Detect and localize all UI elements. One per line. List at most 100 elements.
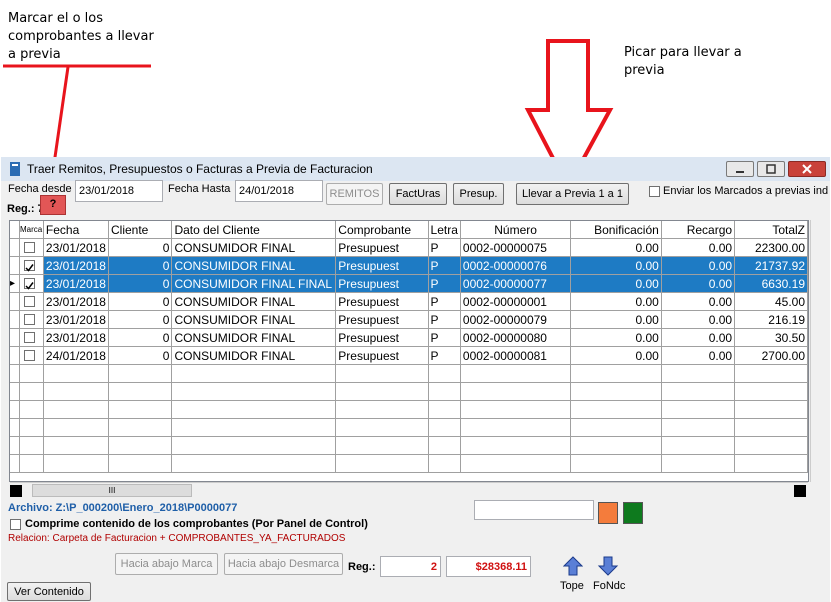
green-color-button[interactable] (623, 502, 643, 524)
cell-total[interactable]: 2700.00 (734, 346, 808, 365)
cell-total[interactable]: 45.00 (734, 292, 808, 311)
cell-comprobante[interactable]: Presupuest (335, 328, 429, 347)
cell-recargo[interactable]: 0.00 (661, 238, 736, 257)
scroll-thumb[interactable]: III (32, 484, 192, 497)
cell-total[interactable]: 30.50 (734, 328, 808, 347)
column-header-dato-cliente[interactable]: Dato del Cliente (171, 221, 337, 239)
column-header-cliente[interactable]: Cliente (108, 221, 173, 239)
cell-numero[interactable]: 0002-00000001 (460, 292, 572, 311)
cell-dato[interactable]: CONSUMIDOR FINAL (171, 346, 337, 365)
cell-cliente[interactable]: 0 (108, 274, 173, 293)
search-field[interactable] (474, 500, 594, 520)
row-checkbox[interactable] (24, 242, 36, 253)
cell-dato[interactable]: CONSUMIDOR FINAL (171, 310, 337, 329)
cell-numero[interactable]: 0002-00000076 (460, 256, 572, 275)
cell-comprobante[interactable]: Presupuest (335, 310, 429, 329)
cell-fecha[interactable]: 23/01/2018 (43, 292, 109, 311)
table-row[interactable]: 23/01/2018 0 CONSUMIDOR FINAL Presupuest P 00… (10, 328, 808, 347)
cell-total[interactable]: 21737.92 (734, 256, 808, 275)
fondo-label[interactable]: FoNdc (593, 580, 625, 592)
cell-fecha[interactable]: 23/01/2018 (43, 328, 109, 347)
cell-letra[interactable]: P (428, 328, 461, 347)
cell-bonif[interactable]: 0.00 (570, 238, 662, 257)
row-checkbox-cell[interactable] (19, 310, 44, 329)
cell-letra[interactable]: P (428, 274, 461, 293)
cell-fecha[interactable]: 23/01/2018 (43, 274, 109, 293)
remitos-button[interactable]: REMITOS (326, 183, 383, 205)
cell-fecha[interactable]: 24/01/2018 (43, 346, 109, 365)
cell-dato[interactable]: CONSUMIDOR FINAL (171, 328, 337, 347)
column-header-total[interactable]: TotalZ (734, 221, 808, 239)
fecha-hasta-input[interactable]: 24/01/2018 (235, 180, 323, 202)
cell-cliente[interactable]: 0 (108, 328, 173, 347)
cell-letra[interactable]: P (428, 256, 461, 275)
scroll-left-arrow[interactable] (10, 485, 22, 497)
cell-letra[interactable]: P (428, 238, 461, 257)
cell-recargo[interactable]: 0.00 (661, 310, 736, 329)
row-checkbox-checked[interactable] (24, 278, 36, 290)
close-button[interactable] (788, 161, 826, 177)
cell-letra[interactable]: P (428, 346, 461, 365)
row-checkbox-cell[interactable] (19, 346, 44, 365)
column-header-numero[interactable]: Número (460, 221, 572, 239)
cell-comprobante[interactable]: Presupuest (335, 238, 429, 257)
help-button[interactable]: ? (40, 195, 66, 215)
cell-recargo[interactable]: 0.00 (661, 292, 736, 311)
cell-bonif[interactable]: 0.00 (570, 328, 662, 347)
cell-letra[interactable]: P (428, 292, 461, 311)
cell-comprobante[interactable]: Presupuest (335, 256, 429, 275)
grid-horizontal-scrollbar[interactable]: III (10, 482, 808, 499)
cell-dato[interactable]: CONSUMIDOR FINAL (171, 256, 337, 275)
cell-cliente[interactable]: 0 (108, 238, 173, 257)
cell-cliente[interactable]: 0 (108, 256, 173, 275)
cell-bonif[interactable]: 0.00 (570, 310, 662, 329)
cell-comprobante[interactable]: Presupuest (335, 274, 429, 293)
llevar-a-previa-button[interactable]: Llevar a Previa 1 a 1 (516, 183, 629, 205)
row-checkbox-cell[interactable] (19, 274, 44, 293)
cell-fecha[interactable]: 23/01/2018 (43, 238, 109, 257)
ver-contenido-button[interactable]: Ver Contenido (7, 582, 91, 601)
facturas-button[interactable]: FactUras (389, 183, 447, 205)
cell-numero[interactable]: 0002-00000080 (460, 328, 572, 347)
table-row[interactable]: 24/01/2018 0 CONSUMIDOR FINAL Presupuest P 00… (10, 346, 808, 365)
cell-recargo[interactable]: 0.00 (661, 274, 736, 293)
cell-letra[interactable]: P (428, 310, 461, 329)
fondo-icon[interactable] (597, 555, 619, 577)
row-checkbox-checked[interactable] (24, 260, 36, 272)
hacia-abajo-desmarca-button[interactable]: Hacia abajo Desmarca (224, 553, 343, 575)
row-checkbox-cell[interactable] (19, 328, 44, 347)
table-row[interactable]: 23/01/2018 0 CONSUMIDOR FINAL Presupuest P 00… (10, 310, 808, 329)
cell-fecha[interactable]: 23/01/2018 (43, 310, 109, 329)
cell-bonif[interactable]: 0.00 (570, 274, 662, 293)
tope-icon[interactable] (563, 555, 583, 577)
table-row[interactable]: 23/01/2018 0 CONSUMIDOR FINAL Presupuest P 00… (10, 292, 808, 311)
cell-fecha[interactable]: 23/01/2018 (43, 256, 109, 275)
cell-dato[interactable]: CONSUMIDOR FINAL (171, 292, 337, 311)
column-header-bonificacion[interactable]: Bonificación (570, 221, 662, 239)
row-checkbox[interactable] (24, 296, 36, 307)
cell-numero[interactable]: 0002-00000081 (460, 346, 572, 365)
cell-cliente[interactable]: 0 (108, 292, 173, 311)
scroll-right-arrow[interactable] (794, 485, 806, 497)
row-checkbox-cell[interactable] (19, 292, 44, 311)
hacia-abajo-marca-button[interactable]: Hacia abajo Marca (115, 553, 218, 575)
column-header-fecha[interactable]: Fecha (43, 221, 109, 239)
cell-bonif[interactable]: 0.00 (570, 292, 662, 311)
orange-color-button[interactable] (598, 502, 618, 524)
table-row[interactable]: ▸ 23/01/2018 0 CONSUMIDOR FINAL FINAL Presup… (10, 274, 808, 293)
minimize-button[interactable] (726, 161, 754, 177)
cell-comprobante[interactable]: Presupuest (335, 346, 429, 365)
cell-numero[interactable]: 0002-00000079 (460, 310, 572, 329)
enviar-marcados-checkbox[interactable] (649, 186, 660, 197)
row-checkbox[interactable] (24, 314, 36, 325)
cell-cliente[interactable]: 0 (108, 310, 173, 329)
cell-total[interactable]: 216.19 (734, 310, 808, 329)
row-checkbox[interactable] (24, 350, 36, 361)
tope-label[interactable]: Tope (560, 580, 584, 592)
column-header-recargo[interactable]: Recargo (661, 221, 736, 239)
column-header-marca[interactable]: Marca (19, 221, 44, 239)
maximize-button[interactable] (757, 161, 785, 177)
cell-dato[interactable]: CONSUMIDOR FINAL FINAL (171, 274, 337, 293)
column-header-letra[interactable]: Letra (428, 221, 461, 239)
cell-recargo[interactable]: 0.00 (661, 328, 736, 347)
